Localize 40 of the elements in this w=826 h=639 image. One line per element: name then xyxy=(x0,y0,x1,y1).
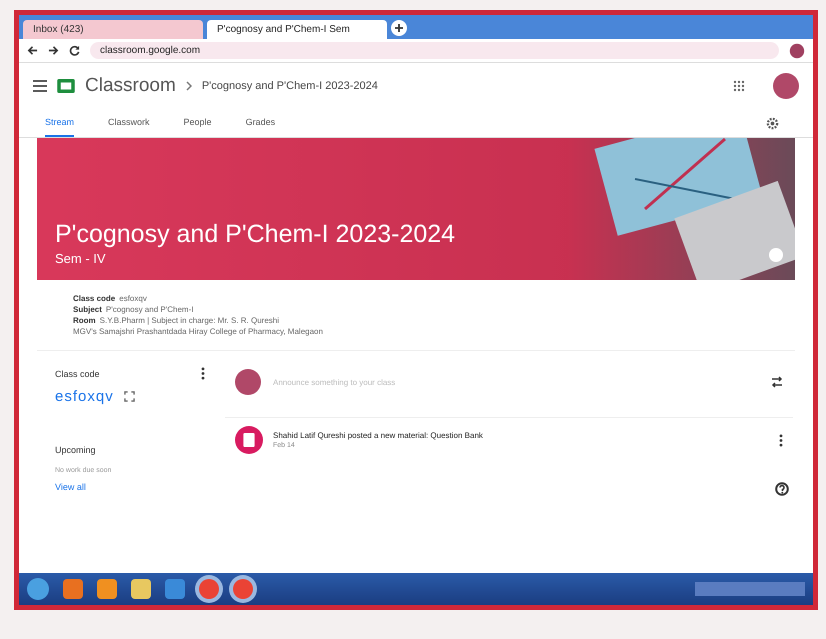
app-title[interactable]: Classroom xyxy=(85,75,176,97)
detail-value: esfoxqv xyxy=(119,294,147,303)
fullscreen-icon[interactable] xyxy=(124,391,135,402)
back-icon[interactable] xyxy=(27,45,38,56)
post-text: Shahid Latif Qureshi posted a new material: Question Bank xyxy=(273,431,483,440)
detail-value: P'cognosy and P'Chem-I xyxy=(106,305,194,314)
nav-tab[interactable]: Classwork xyxy=(108,109,150,137)
detail-label: Class code xyxy=(73,294,116,303)
new-tab-icon[interactable] xyxy=(391,20,407,36)
chevron-icon xyxy=(186,81,192,91)
apps-grid-icon[interactable] xyxy=(733,80,745,92)
settings-icon[interactable] xyxy=(766,116,779,130)
detail-value: S.Y.B.Pharm | Subject in charge: Mr. S. R. Qureshi xyxy=(100,316,280,325)
avatar-icon[interactable] xyxy=(789,42,805,58)
menu-icon[interactable] xyxy=(33,80,47,92)
nav-tab[interactable]: Grades xyxy=(246,109,276,137)
more-icon[interactable] xyxy=(201,367,205,380)
classroom-logo-icon xyxy=(57,79,75,93)
avatar-icon[interactable] xyxy=(773,73,799,99)
class-code: esfoxqv xyxy=(55,388,114,405)
reload-icon[interactable] xyxy=(69,45,80,56)
detail-label: Subject xyxy=(73,305,102,314)
avatar-icon xyxy=(235,369,261,395)
nav-tab[interactable]: People xyxy=(184,109,212,137)
material-icon xyxy=(235,426,263,454)
banner-section: Sem - IV xyxy=(55,251,456,266)
card-title: Class code xyxy=(55,368,100,378)
repost-icon[interactable] xyxy=(771,376,783,388)
detail-label: Room xyxy=(73,316,96,325)
browser-tab[interactable]: P'cognosy and P'Chem-I Sem xyxy=(207,20,387,39)
help-icon[interactable] xyxy=(775,482,789,496)
view-all-link[interactable]: View all xyxy=(55,482,86,492)
more-icon[interactable] xyxy=(779,434,783,446)
forward-icon[interactable] xyxy=(48,45,59,56)
class-title[interactable]: P'cognosy and P'Chem-I 2023-2024 xyxy=(202,80,378,92)
card-title: Upcoming xyxy=(55,445,97,455)
detail-value: MGV's Samajshri Prashantdada Hiray College of Pharmacy, Malegaon xyxy=(73,327,323,336)
browser-tab[interactable]: Inbox (423) xyxy=(23,20,203,39)
banner-title: P'cognosy and P'Chem-I 2023-2024 xyxy=(55,220,456,249)
address-bar[interactable]: classroom.google.com xyxy=(90,42,779,59)
